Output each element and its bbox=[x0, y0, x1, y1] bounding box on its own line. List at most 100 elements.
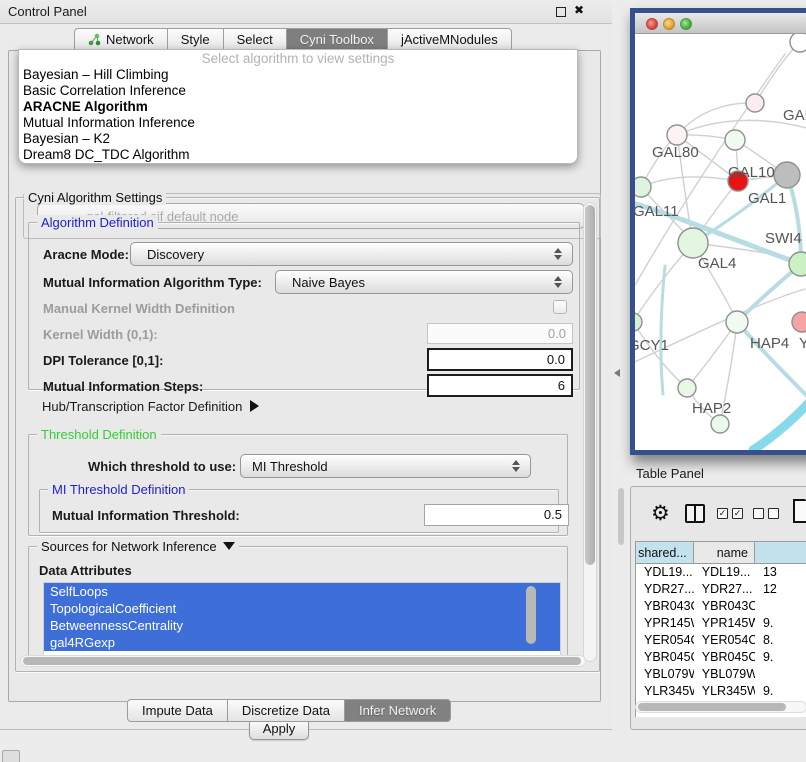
splitter-handle[interactable] bbox=[618, 488, 624, 545]
network-node-gcy1[interactable] bbox=[635, 313, 642, 331]
checkbox-checked-icon[interactable]: ✓ bbox=[717, 508, 728, 519]
aracne-mode-value: Discovery bbox=[147, 247, 204, 262]
zoom-traffic-light-icon[interactable] bbox=[680, 18, 692, 30]
network-edge[interactable] bbox=[641, 177, 738, 187]
table-cell: YBR045C bbox=[694, 649, 755, 666]
minimize-traffic-light-icon[interactable] bbox=[663, 18, 675, 30]
network-node[interactable] bbox=[790, 34, 806, 52]
settings-hscrollbar-thumb[interactable] bbox=[23, 657, 581, 665]
gear-icon[interactable]: ⚙ bbox=[651, 501, 670, 525]
kernel-width-field[interactable]: 0.0 bbox=[427, 323, 573, 344]
tab-network[interactable]: Network bbox=[74, 28, 168, 50]
tab-cyni-toolbox[interactable]: Cyni Toolbox bbox=[286, 28, 388, 50]
table-row[interactable]: YDR27...YDR27...12 bbox=[636, 581, 806, 598]
column-header-shared-[interactable]: shared... bbox=[636, 542, 694, 564]
table-cell: YBL079W bbox=[636, 666, 694, 683]
network-node[interactable] bbox=[711, 415, 729, 433]
algorithm-option-bayesian-hill-climbing[interactable]: Bayesian – Hill Climbing bbox=[19, 67, 577, 83]
mi-type-combo[interactable]: Naive Bayes bbox=[275, 270, 573, 294]
tab-label: jActiveMNodules bbox=[401, 32, 498, 47]
attribute-option-betweennesscentrality[interactable]: BetweennessCentrality bbox=[44, 617, 560, 634]
manual-kernel-checkbox[interactable] bbox=[553, 300, 567, 314]
column-layout-icon[interactable] bbox=[685, 504, 705, 523]
bottom-tab-bar: Impute DataDiscretize DataInfer Network bbox=[128, 699, 451, 722]
tab-select[interactable]: Select bbox=[223, 28, 287, 50]
network-edge[interactable] bbox=[661, 266, 665, 394]
node-label-gal1: GAL1 bbox=[748, 190, 786, 207]
tab-impute-data[interactable]: Impute Data bbox=[127, 699, 228, 722]
algorithm-option-mutual-information-inference[interactable]: Mutual Information Inference bbox=[19, 115, 577, 131]
which-threshold-combo[interactable]: MI Threshold bbox=[240, 454, 531, 478]
float-window-icon[interactable] bbox=[556, 7, 566, 17]
network-node[interactable] bbox=[774, 162, 800, 188]
resize-grip[interactable] bbox=[2, 750, 20, 762]
hub-definition-toggle[interactable]: Hub/Transcription Factor Definition bbox=[42, 399, 259, 414]
tab-discretize-data[interactable]: Discretize Data bbox=[227, 699, 345, 722]
algorithm-option-dream8-dc-tdc-algorithm[interactable]: Dream8 DC_TDC Algorithm bbox=[19, 147, 577, 163]
column-header-name[interactable]: name bbox=[694, 542, 755, 564]
table-cell bbox=[755, 598, 806, 615]
network-canvas[interactable]: GAL80GAL10GAL1GAL11GAL4SWI4GCY1HAP4YHAP2… bbox=[635, 34, 806, 450]
table-row[interactable]: YER054CYER054C8. bbox=[636, 632, 806, 649]
network-node-hap2[interactable] bbox=[678, 379, 696, 397]
checkbox-unchecked-icon[interactable] bbox=[768, 508, 779, 519]
threshold-definition-group: Threshold Definition Which threshold to … bbox=[28, 434, 568, 536]
data-attributes-list[interactable]: SelfLoopsTopologicalCoefficientBetweenne… bbox=[43, 582, 561, 658]
network-window-titlebar[interactable] bbox=[635, 13, 806, 34]
mi-steps-label: Mutual Information Steps: bbox=[43, 379, 203, 394]
sources-group-title[interactable]: Sources for Network Inference bbox=[37, 539, 239, 554]
mi-threshold-field[interactable]: 0.5 bbox=[424, 504, 569, 526]
attribute-list-scrollbar[interactable] bbox=[526, 586, 536, 644]
node-label-gal4: GAL4 bbox=[698, 255, 736, 272]
tab-jactivemnodules[interactable]: jActiveMNodules bbox=[387, 28, 512, 50]
tab-infer-network[interactable]: Infer Network bbox=[344, 699, 451, 722]
table-row[interactable]: YPR145WYPR145W9. bbox=[636, 615, 806, 632]
new-table-icon[interactable] bbox=[793, 499, 806, 523]
algorithm-option-basic-correlation-inference[interactable]: Basic Correlation Inference bbox=[19, 83, 577, 99]
splitter-collapse-icon[interactable] bbox=[614, 369, 620, 377]
table-row[interactable]: YBL079WYBL079W bbox=[636, 666, 806, 683]
attribute-option-topologicalcoefficient[interactable]: TopologicalCoefficient bbox=[44, 600, 560, 617]
table-row[interactable]: YBR045CYBR045C9. bbox=[636, 649, 806, 666]
mi-steps-field[interactable]: 6 bbox=[427, 374, 573, 397]
checkbox-unchecked-icon[interactable] bbox=[753, 508, 764, 519]
table-cell: YDR27... bbox=[636, 581, 694, 598]
close-icon[interactable]: ✖ bbox=[574, 3, 584, 17]
network-edge[interactable] bbox=[687, 322, 737, 388]
table-cell: YBR043C bbox=[694, 598, 755, 615]
settings-hscrollbar-track[interactable] bbox=[20, 655, 586, 667]
close-traffic-light-icon[interactable] bbox=[646, 18, 658, 30]
table-hscrollbar-track[interactable] bbox=[635, 701, 806, 713]
table-cell: 9. bbox=[755, 683, 806, 700]
tab-style[interactable]: Style bbox=[167, 28, 224, 50]
table-header-row: shared...name bbox=[636, 542, 806, 564]
column-header-2[interactable] bbox=[755, 542, 806, 564]
network-node-gal80[interactable] bbox=[667, 125, 687, 145]
settings-vscrollbar-track[interactable] bbox=[583, 202, 597, 662]
table-row[interactable]: YDL19...YDL19...13 bbox=[636, 564, 806, 581]
algorithm-option-aracne-algorithm[interactable]: ARACNE Algorithm bbox=[19, 99, 577, 115]
checkbox-checked-icon[interactable]: ✓ bbox=[732, 508, 743, 519]
settings-vscrollbar-thumb[interactable] bbox=[585, 205, 595, 565]
network-edge[interactable] bbox=[755, 42, 800, 103]
algorithm-popup-list: Bayesian – Hill ClimbingBasic Correlatio… bbox=[19, 67, 577, 163]
network-node-swi4[interactable] bbox=[789, 252, 806, 276]
tab-label: Cyni Toolbox bbox=[300, 32, 374, 47]
network-node-gal10[interactable] bbox=[725, 130, 745, 150]
network-node-gal4[interactable] bbox=[678, 228, 708, 258]
algorithm-option-bayesian-k2[interactable]: Bayesian – K2 bbox=[19, 131, 577, 147]
tab-label: Network bbox=[106, 32, 154, 47]
table-row[interactable]: YLR345WYLR345W9. bbox=[636, 683, 806, 700]
attribute-option-gal4rgexp[interactable]: gal4RGexp bbox=[44, 634, 560, 651]
dpi-tolerance-field[interactable]: 0.0 bbox=[427, 348, 573, 371]
table-cell: 12 bbox=[755, 581, 806, 598]
network-node-gal11[interactable] bbox=[635, 177, 651, 197]
network-node-y[interactable] bbox=[792, 312, 806, 332]
network-node-hap4[interactable] bbox=[726, 311, 748, 333]
table-hscrollbar-thumb[interactable] bbox=[638, 703, 786, 711]
table-row[interactable]: YBR043CYBR043C bbox=[636, 598, 806, 615]
network-node[interactable] bbox=[746, 94, 764, 112]
aracne-mode-combo[interactable]: Discovery bbox=[130, 242, 573, 266]
sources-title-label: Sources for Network Inference bbox=[41, 539, 217, 554]
attribute-option-selfloops[interactable]: SelfLoops bbox=[44, 583, 560, 600]
